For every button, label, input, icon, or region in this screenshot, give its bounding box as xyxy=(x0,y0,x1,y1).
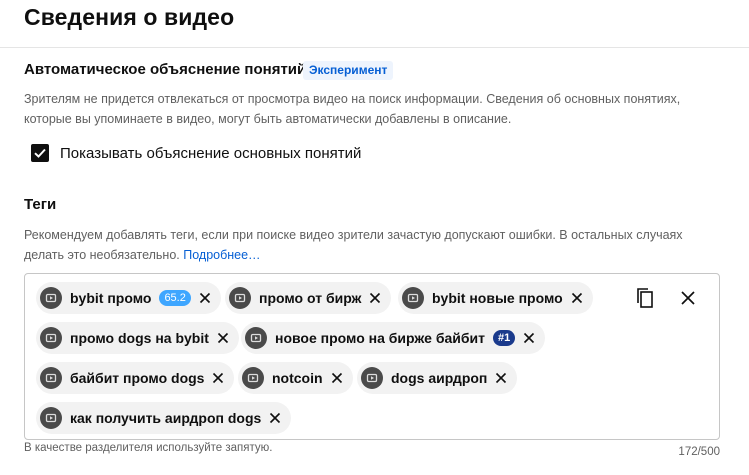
copy-tags-button[interactable] xyxy=(633,286,657,310)
tag-score-badge: 65.2 xyxy=(159,290,191,306)
tag-chip: notcoin xyxy=(238,362,353,394)
tags-description: Рекомендуем добавлять теги, если при пои… xyxy=(24,225,724,265)
concepts-heading: Автоматическое объяснение понятий xyxy=(24,61,307,78)
tag-label: байбит промо dogs xyxy=(70,370,205,386)
tags-heading: Теги xyxy=(24,196,57,213)
copy-icon xyxy=(637,288,653,308)
close-icon[interactable] xyxy=(197,290,213,306)
tag-chip: промо dogs на bybit xyxy=(36,322,239,354)
tag-label: промо от бирж xyxy=(259,290,362,306)
concepts-checkbox-label[interactable]: Показывать объяснение основных понятий xyxy=(60,145,361,162)
tag-source-icon xyxy=(361,367,383,389)
tag-label: новое промо на бирже байбит xyxy=(275,330,485,346)
learn-more-link[interactable]: Подробнее… xyxy=(183,248,260,262)
tag-chip: bybit новые промо xyxy=(398,282,593,314)
tag-label: bybit промо xyxy=(70,290,152,306)
clear-all-icon xyxy=(681,291,695,305)
tags-description-text: Рекомендуем добавлять теги, если при пои… xyxy=(24,228,683,262)
tag-chip: как получить аирдроп dogs xyxy=(36,402,292,434)
tag-chip: новое промо на бирже байбит #1 xyxy=(241,322,546,354)
close-icon[interactable] xyxy=(521,330,537,346)
checkmark-icon xyxy=(34,148,46,158)
tag-source-icon xyxy=(245,327,267,349)
page-title: Сведения о видео xyxy=(24,4,235,30)
experiment-badge: Эксперимент xyxy=(303,61,394,80)
tag-chip: байбит промо dogs xyxy=(36,362,235,394)
tag-label: промо dogs на bybit xyxy=(70,330,209,346)
tag-source-icon xyxy=(402,287,424,309)
tag-rank-badge: #1 xyxy=(492,330,516,346)
tag-label: как получить аирдроп dogs xyxy=(70,410,262,426)
tag-chip: dogs аирдроп xyxy=(357,362,518,394)
tag-source-icon xyxy=(40,367,62,389)
clear-all-tags-button[interactable] xyxy=(676,286,700,310)
close-icon[interactable] xyxy=(367,290,383,306)
concepts-checkbox[interactable] xyxy=(31,144,49,162)
tag-source-icon xyxy=(40,407,62,429)
close-icon[interactable] xyxy=(493,370,509,386)
tag-label: notcoin xyxy=(272,370,323,386)
concepts-description: Зрителям не придется отвлекаться от прос… xyxy=(24,92,681,126)
tags-hint: В качестве разделителя используйте запят… xyxy=(24,442,273,454)
tag-source-icon xyxy=(40,287,62,309)
tag-source-icon xyxy=(229,287,251,309)
tags-character-counter: 172/500 xyxy=(678,446,720,458)
concepts-checkbox-row[interactable]: Показывать объяснение основных понятий xyxy=(31,143,361,163)
tag-chip: bybit промо 65.2 xyxy=(36,282,221,314)
close-icon[interactable] xyxy=(329,370,345,386)
tag-source-icon xyxy=(242,367,264,389)
close-icon[interactable] xyxy=(569,290,585,306)
tag-chip: промо от бирж xyxy=(225,282,392,314)
tags-input-box[interactable]: bybit промо 65.2 промо от бирж bybit нов… xyxy=(24,273,720,440)
close-icon[interactable] xyxy=(210,370,226,386)
close-icon[interactable] xyxy=(215,330,231,346)
tag-label: bybit новые промо xyxy=(432,290,563,306)
tag-label: dogs аирдроп xyxy=(391,370,488,386)
tag-source-icon xyxy=(40,327,62,349)
header-divider xyxy=(0,47,749,48)
close-icon[interactable] xyxy=(267,410,283,426)
